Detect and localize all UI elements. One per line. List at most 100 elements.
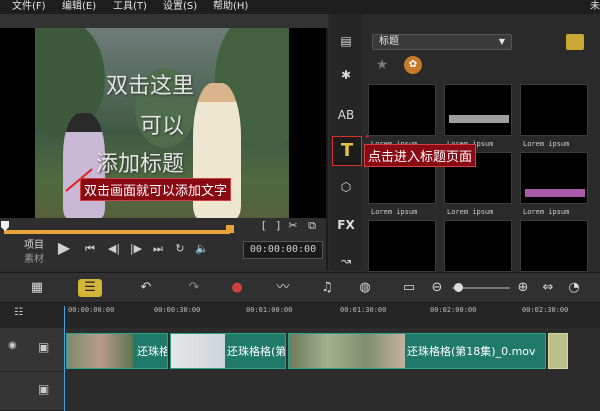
menu-help[interactable]: 帮助(H) <box>213 0 248 14</box>
menu-edit[interactable]: 编辑(E) <box>62 0 96 14</box>
ruler-tick-label: 00:02:00:00 <box>430 306 477 314</box>
timeline-toolbar: ▦ ☰ ↶ ↷ ● 〰 ♫ ◍ ▭ ⊖ ⊕ ⇔ ◔ <box>0 272 600 302</box>
redo-icon[interactable]: ↷ <box>184 279 204 297</box>
chevron-down-icon: ▼ <box>498 37 505 46</box>
preview-panel: 双击这里 可以 添加标题 双击画面就可以添加文字 [ ] ✂ ⧉ 项目 素材 ▶… <box>0 14 328 270</box>
annotation-note: 点击进入标题页面 <box>364 144 477 167</box>
video-track-header: ◉ ▣ <box>0 328 64 372</box>
timecode-display[interactable]: 00:00:00:00 <box>243 241 323 259</box>
ruler-tick-label: 00:02:30:00 <box>522 306 569 314</box>
instant-project-icon[interactable]: ✱ <box>334 64 358 86</box>
auto-music-icon[interactable]: ♫ <box>316 279 338 297</box>
video-clip[interactable]: 还珠格格 <box>66 333 168 369</box>
graphic-icon[interactable]: ⬡ <box>334 176 358 198</box>
timeline-ruler[interactable]: 00:00:00:00 00:00:30:00 00:01:00:00 00:0… <box>0 302 600 328</box>
track-visibility-icon[interactable]: ◉ <box>8 340 17 351</box>
library-sidebar: ▤ ✱ AB T ⬡ FX ↝ <box>330 14 362 270</box>
scissors-icon[interactable]: ✂ <box>286 218 300 234</box>
path-icon[interactable]: ↝ <box>334 250 358 272</box>
title-icon[interactable]: T <box>332 136 362 166</box>
trim-out-handle[interactable] <box>226 225 234 233</box>
title-template-thumbnail[interactable] <box>520 220 588 272</box>
previous-frame-icon[interactable]: ◀| <box>104 241 124 257</box>
add-favorite-icon[interactable]: ★ <box>372 56 392 74</box>
volume-icon[interactable]: 🔈 <box>192 241 212 257</box>
title-overlay-line[interactable]: 添加标题 <box>96 146 184 178</box>
menu-bar: 文件(F) 编辑(E) 工具(T) 设置(S) 帮助(H) 未 <box>0 0 600 14</box>
clip-title: 还珠格格(第18集)_0.mov <box>407 345 536 358</box>
ruler-tick-label: 00:00:30:00 <box>154 306 201 314</box>
next-frame-icon[interactable]: |▶ <box>126 241 146 257</box>
library-view-button[interactable] <box>566 34 584 50</box>
player-header <box>0 14 328 28</box>
menu-overflow: 未 <box>590 1 600 12</box>
subtitle-editor-icon[interactable]: ▭ <box>398 279 420 297</box>
go-to-start-icon[interactable]: ⏮ <box>80 241 100 257</box>
transition-icon[interactable]: AB <box>334 104 358 126</box>
title-overlay-line[interactable]: 可以 <box>140 108 184 140</box>
thumbnail-caption: Lorem ipsum <box>447 208 494 216</box>
media-icon[interactable]: ▤ <box>334 30 358 52</box>
title-template-grid: Lorem ipsum Lorem ipsum Lorem ipsum Lore… <box>368 84 600 272</box>
video-clip[interactable]: 还珠格格(第 <box>170 333 286 369</box>
clip-title: 还珠格格 <box>137 345 167 358</box>
title-template-thumbnail[interactable] <box>368 220 436 272</box>
overlay-track-icon: ▣ <box>38 382 50 396</box>
mark-in-button[interactable]: [ <box>258 218 270 234</box>
go-to-end-icon[interactable]: ⏭ <box>148 241 168 257</box>
menu-file[interactable]: 文件(F) <box>12 0 46 14</box>
motion-tracking-icon[interactable]: ◍ <box>354 279 376 297</box>
library-category-select[interactable]: 标题 ▼ <box>372 34 512 50</box>
ruler-tick-label: 00:01:30:00 <box>340 306 387 314</box>
audio-mixer-icon[interactable]: 〰 <box>272 279 294 297</box>
play-icon[interactable]: ▶ <box>54 240 74 256</box>
copy-icon[interactable]: ⧉ <box>304 218 320 234</box>
zoom-slider-handle[interactable] <box>454 283 463 292</box>
clip-thumbnail <box>171 334 225 368</box>
timeline-tracks: ◉ ▣ ▣ 还珠格格 还珠格格(第 还珠格格(第18集)_0.mov <box>0 328 600 411</box>
thumbnail-caption: Lorem ipsum <box>523 140 570 148</box>
title-template-thumbnail[interactable] <box>444 220 512 272</box>
zoom-out-icon[interactable]: ⊖ <box>430 279 444 297</box>
video-track-icon: ▣ <box>38 340 50 354</box>
zoom-in-icon[interactable]: ⊕ <box>516 279 530 297</box>
clip-thumbnail <box>289 334 405 368</box>
library-category-label: 标题 <box>379 36 399 47</box>
video-clip[interactable] <box>548 333 568 369</box>
scrubber-range <box>4 230 230 234</box>
storyboard-view-icon[interactable]: ▦ <box>24 279 50 297</box>
mark-out-button[interactable]: ] <box>272 218 284 234</box>
fit-project-icon[interactable]: ⇔ <box>540 279 556 297</box>
timeline-view-icon[interactable]: ☰ <box>78 279 102 297</box>
timeline-playhead[interactable] <box>64 306 65 411</box>
project-duration-icon[interactable]: ◔ <box>566 279 582 297</box>
menu-tools[interactable]: 工具(T) <box>113 0 147 14</box>
thumbnail-caption: Lorem ipsum <box>371 208 418 216</box>
mode-clip-label[interactable]: 素材 <box>24 250 44 265</box>
video-clip[interactable]: 还珠格格(第18集)_0.mov <box>288 333 546 369</box>
title-template-thumbnail[interactable]: Lorem ipsum <box>444 84 512 148</box>
template-bar <box>525 189 585 197</box>
repeat-icon[interactable]: ↻ <box>170 241 190 257</box>
clip-title: 还珠格格(第 <box>227 345 286 358</box>
title-template-thumbnail[interactable]: Lorem ipsum <box>520 152 588 216</box>
title-template-thumbnail[interactable]: Lorem ipsum <box>520 84 588 148</box>
filter-icon[interactable]: FX <box>334 214 358 236</box>
library-panel: ▤ ✱ AB T ⬡ FX ↝ 标题 ▼ ★ ✿ 点击进入标题页面 Lorem … <box>330 14 600 272</box>
clip-thumbnail <box>67 334 133 368</box>
mode-project-label[interactable]: 项目 <box>24 236 44 251</box>
effect-icon[interactable]: ✿ <box>404 56 422 74</box>
record-capture-icon[interactable]: ● <box>226 279 248 297</box>
ruler-tick-label: 00:00:00:00 <box>68 306 115 314</box>
template-bar <box>449 115 509 123</box>
ruler-tick-label: 00:01:00:00 <box>246 306 293 314</box>
thumbnail-caption: Lorem ipsum <box>523 208 570 216</box>
undo-icon[interactable]: ↶ <box>136 279 156 297</box>
annotation-note: 双击画面就可以添加文字 <box>80 178 232 201</box>
overlay-track-header: ▣ <box>0 372 64 411</box>
menu-settings[interactable]: 设置(S) <box>163 0 197 14</box>
track-manager-icon[interactable]: ☷ <box>14 307 23 318</box>
title-overlay-line[interactable]: 双击这里 <box>106 68 194 100</box>
title-template-thumbnail[interactable]: Lorem ipsum <box>368 84 436 148</box>
video-preview[interactable]: 双击这里 可以 添加标题 双击画面就可以添加文字 <box>0 28 326 218</box>
